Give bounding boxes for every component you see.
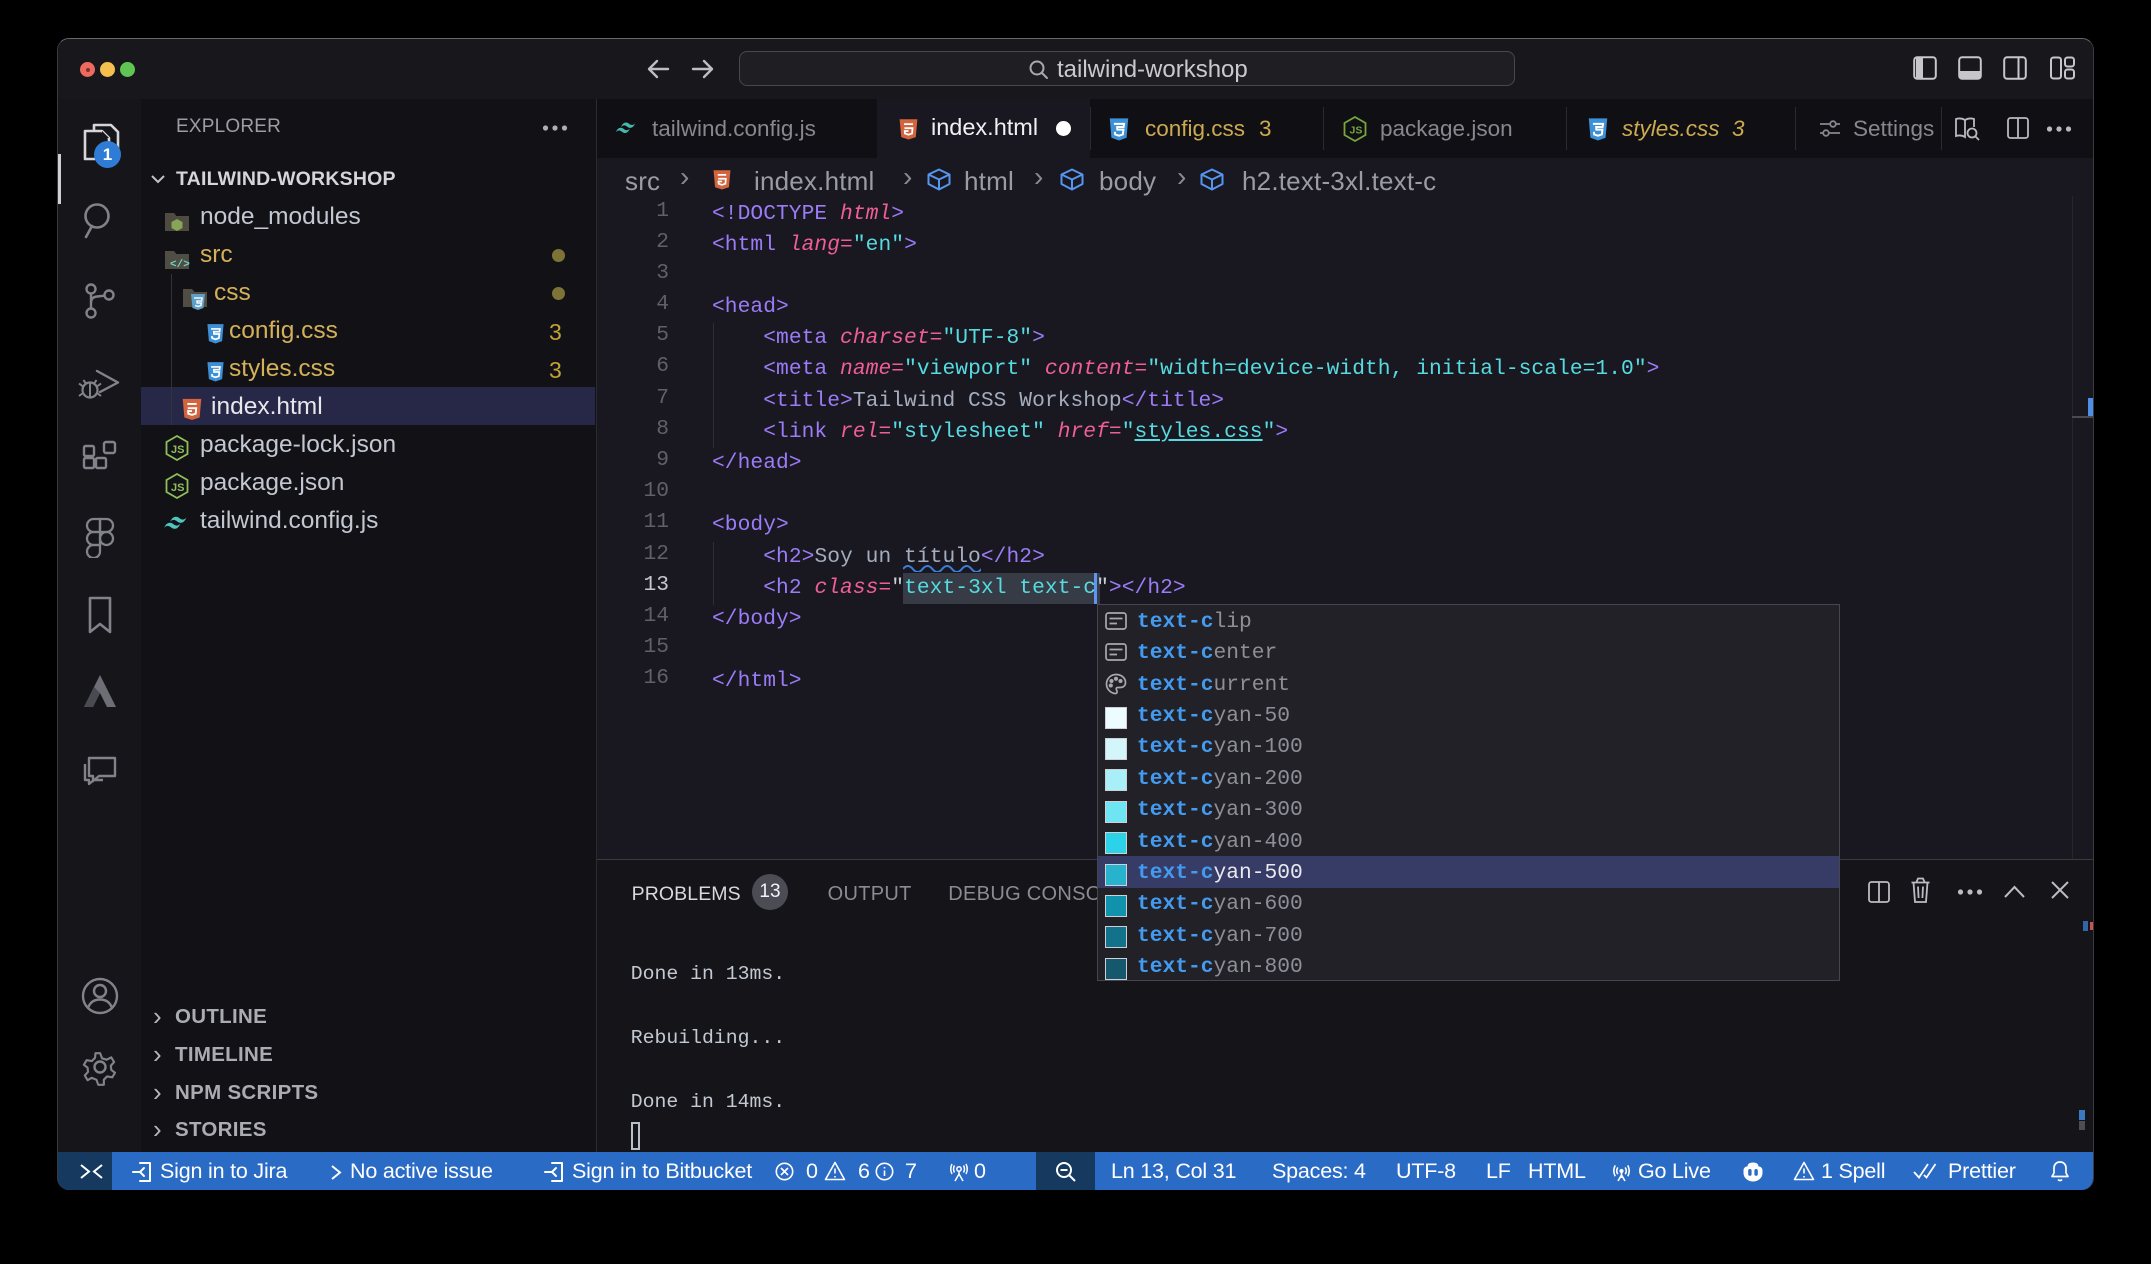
svg-text:JS: JS xyxy=(171,444,184,456)
svg-text:</>: </> xyxy=(170,259,190,271)
svg-text:JS: JS xyxy=(1350,125,1363,137)
svg-text:JS: JS xyxy=(171,482,184,494)
